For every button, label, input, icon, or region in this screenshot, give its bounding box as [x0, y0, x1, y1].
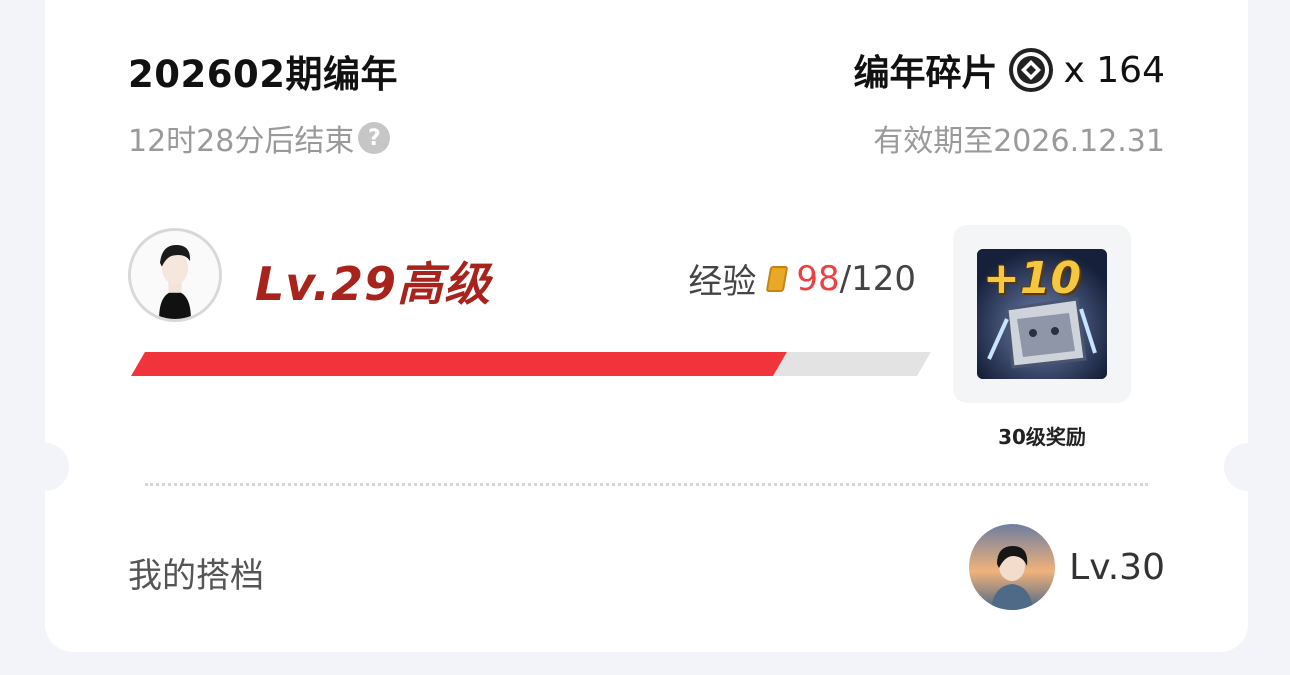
ticket-notch-right [1224, 443, 1272, 491]
fragments-counter: 编年碎片 x 164 [854, 44, 1165, 96]
partner-label: 我的搭档 [128, 556, 264, 596]
question-mark-icon[interactable]: ? [358, 122, 391, 154]
partner-level: Lv.30 [1069, 546, 1165, 588]
partner-info[interactable]: Lv.30 [969, 524, 1165, 610]
countdown-text: 12时28分后结束 [128, 124, 355, 159]
exp-current: 98 [796, 258, 840, 299]
exp-total: /120 [839, 258, 916, 299]
exp-progress-bar [131, 352, 931, 376]
ticket-notch-left [21, 443, 69, 491]
battle-pass-card: 202602期编年 12时28分后结束 ? 编年碎片 x 164 有效期至202… [21, 0, 1272, 652]
reward-badge: +10 [983, 253, 1082, 304]
dotted-divider [145, 483, 1148, 486]
user-avatar-illustration [131, 231, 219, 319]
exp-row: 经验 98 /120 [688, 254, 916, 303]
user-avatar[interactable] [128, 228, 222, 322]
next-level-reward[interactable]: +10 [953, 225, 1131, 403]
reward-item-image: +10 [977, 249, 1107, 379]
level-title: Lv.29高级 [255, 257, 492, 311]
exp-label: 经验 [688, 262, 757, 302]
validity-date: 有效期至2026.12.31 [873, 124, 1165, 159]
fragments-count: x 164 [1063, 49, 1165, 91]
fragments-label: 编年碎片 [853, 53, 998, 94]
countdown-row: 12时28分后结束 ? [128, 116, 391, 160]
partner-avatar-illustration [969, 524, 1056, 610]
reward-label: 30级奖励 [998, 425, 1086, 449]
diamond-coin-icon [1008, 48, 1053, 92]
exp-coin-icon [766, 265, 789, 292]
season-title: 202602期编年 [128, 53, 398, 96]
partner-avatar[interactable] [969, 524, 1056, 610]
exp-progress-fill [131, 352, 787, 376]
